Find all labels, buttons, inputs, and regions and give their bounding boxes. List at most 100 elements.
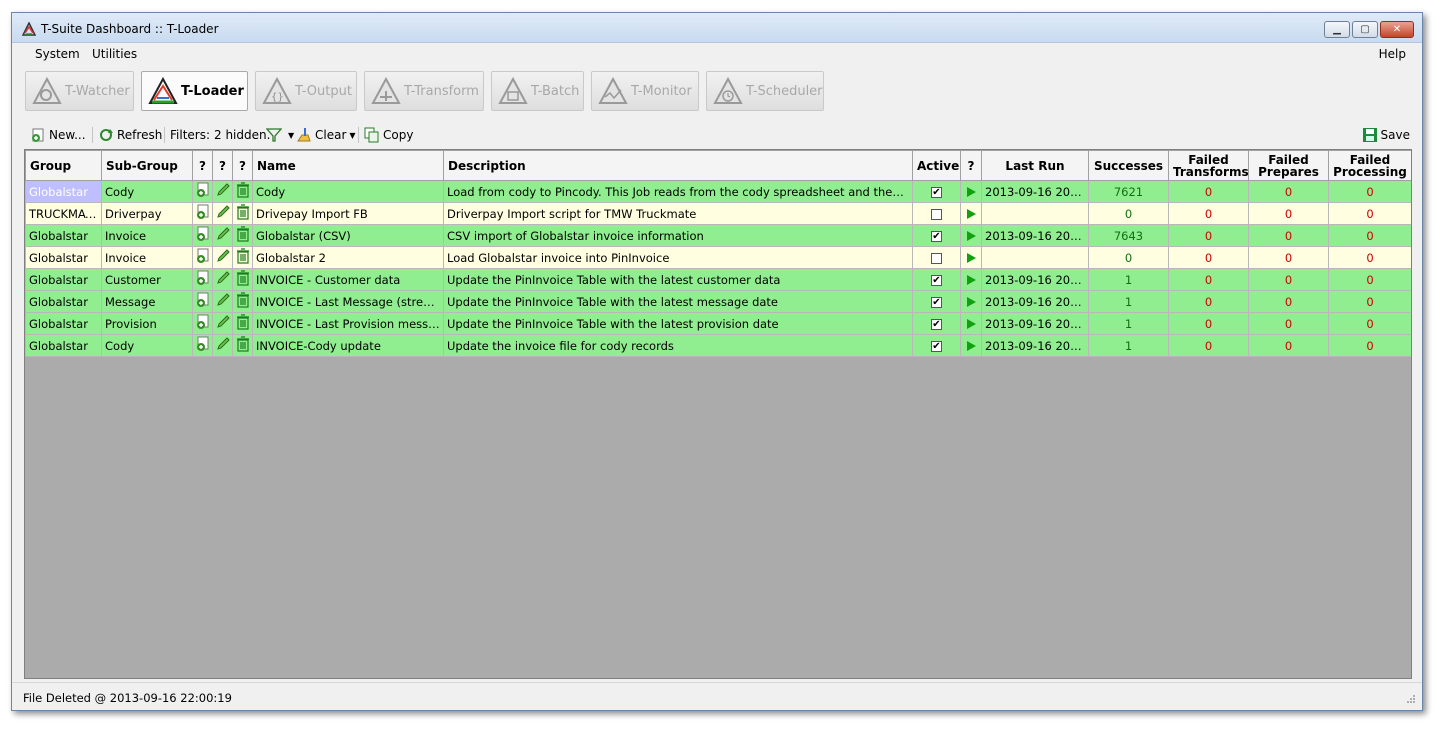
cell-successes[interactable]: 1 — [1088, 268, 1169, 291]
cell-successes[interactable]: 0 — [1088, 246, 1169, 269]
clear-button[interactable]: Clear ▼ — [296, 126, 356, 144]
active-checkbox[interactable]: ✔ — [931, 230, 942, 242]
cell-subgroup[interactable]: Customer — [101, 268, 193, 291]
cell-failed-processing[interactable]: 0 — [1328, 334, 1411, 357]
table-row[interactable]: Globalstar Cody INVOICE-Cody update Update … — [25, 334, 1411, 357]
cell-failed-prepares[interactable]: 0 — [1248, 334, 1329, 357]
col-header-name[interactable]: Name — [252, 150, 444, 181]
cell-failed-prepares[interactable]: 0 — [1248, 290, 1329, 313]
minimize-button[interactable]: ▁ — [1324, 21, 1350, 38]
cell-last-run[interactable] — [981, 202, 1089, 225]
col-header-edit[interactable]: ? — [212, 150, 233, 181]
cell-play[interactable] — [960, 290, 982, 313]
play-icon[interactable] — [966, 297, 976, 307]
cell-name[interactable]: INVOICE - Customer data — [252, 268, 444, 291]
cell-active[interactable]: ✔ — [912, 290, 961, 313]
cell-active[interactable]: ✔ — [912, 224, 961, 247]
cell-name[interactable]: Globalstar (CSV) — [252, 224, 444, 247]
active-checkbox[interactable] — [931, 208, 942, 220]
cell-failed-processing[interactable]: 0 — [1328, 268, 1411, 291]
delete-icon[interactable] — [232, 202, 253, 225]
col-header-failed-prepares[interactable]: Failed Prepares — [1248, 150, 1329, 181]
cell-active[interactable]: ✔ — [912, 312, 961, 335]
cell-successes[interactable]: 1 — [1088, 290, 1169, 313]
cell-subgroup[interactable]: Driverpay — [101, 202, 193, 225]
table-row[interactable]: Globalstar Message INVOICE - Last Message … — [25, 290, 1411, 313]
cell-failed-processing[interactable]: 0 — [1328, 290, 1411, 313]
cell-group[interactable]: Globalstar — [25, 180, 102, 203]
run-job-icon[interactable] — [192, 224, 213, 247]
refresh-button[interactable]: Refresh — [98, 126, 162, 144]
new-button[interactable]: New... — [30, 126, 86, 144]
col-header-subgroup[interactable]: Sub-Group — [101, 150, 193, 181]
col-header-successes[interactable]: Successes — [1088, 150, 1169, 181]
run-job-icon[interactable] — [192, 202, 213, 225]
cell-failed-processing[interactable]: 0 — [1328, 202, 1411, 225]
cell-failed-prepares[interactable]: 0 — [1248, 246, 1329, 269]
cell-successes[interactable]: 1 — [1088, 334, 1169, 357]
cell-subgroup[interactable]: Message — [101, 290, 193, 313]
table-row[interactable]: TRUCKMATE Driverpay Drivepay Import FB Driv… — [25, 202, 1411, 225]
edit-icon[interactable] — [212, 290, 233, 313]
cell-failed-prepares[interactable]: 0 — [1248, 180, 1329, 203]
cell-name[interactable]: Globalstar 2 — [252, 246, 444, 269]
cell-active[interactable] — [912, 246, 961, 269]
cell-failed-transforms[interactable]: 0 — [1168, 202, 1249, 225]
copy-button[interactable]: Copy — [364, 126, 413, 144]
col-header-description[interactable]: Description — [443, 150, 913, 181]
col-header-active[interactable]: Active — [912, 150, 961, 181]
cell-name[interactable]: Cody — [252, 180, 444, 203]
edit-icon[interactable] — [212, 246, 233, 269]
cell-play[interactable] — [960, 312, 982, 335]
delete-icon[interactable] — [232, 224, 253, 247]
cell-description[interactable]: Update the invoice file for cody records — [443, 334, 913, 357]
module-t-loader[interactable]: T-Loader — [141, 71, 248, 111]
play-icon[interactable] — [966, 275, 976, 285]
cell-group[interactable]: Globalstar — [25, 290, 102, 313]
cell-play[interactable] — [960, 224, 982, 247]
run-job-icon[interactable] — [192, 312, 213, 335]
module-t-monitor[interactable]: T-Monitor — [591, 71, 699, 111]
run-job-icon[interactable] — [192, 246, 213, 269]
cell-last-run[interactable]: 2013-09-16 20:20:57 — [981, 180, 1089, 203]
menu-system[interactable]: System — [35, 47, 80, 61]
module-t-output[interactable]: {} T-Output — [255, 71, 357, 111]
cell-successes[interactable]: 0 — [1088, 202, 1169, 225]
cell-name[interactable]: INVOICE - Last Provision message — [252, 312, 444, 335]
col-header-delete[interactable]: ? — [232, 150, 253, 181]
cell-group[interactable]: Globalstar — [25, 246, 102, 269]
cell-failed-prepares[interactable]: 0 — [1248, 224, 1329, 247]
play-icon[interactable] — [966, 187, 976, 197]
play-icon[interactable] — [966, 253, 976, 263]
save-button[interactable]: Save — [1362, 126, 1410, 144]
close-button[interactable]: ✕ — [1380, 21, 1414, 38]
active-checkbox[interactable]: ✔ — [931, 296, 942, 308]
cell-group[interactable]: Globalstar — [25, 224, 102, 247]
cell-subgroup[interactable]: Provision — [101, 312, 193, 335]
cell-successes[interactable]: 1 — [1088, 312, 1169, 335]
cell-failed-transforms[interactable]: 0 — [1168, 334, 1249, 357]
cell-last-run[interactable]: 2013-09-16 20:23:42 — [981, 268, 1089, 291]
cell-group[interactable]: Globalstar — [25, 334, 102, 357]
module-t-scheduler[interactable]: T-Scheduler — [706, 71, 824, 111]
cell-description[interactable]: CSV import of Globalstar invoice informa… — [443, 224, 913, 247]
cell-active[interactable]: ✔ — [912, 268, 961, 291]
cell-failed-transforms[interactable]: 0 — [1168, 180, 1249, 203]
cell-description[interactable]: Load Globalstar invoice into PinInvoice — [443, 246, 913, 269]
cell-last-run[interactable] — [981, 246, 1089, 269]
cell-failed-processing[interactable]: 0 — [1328, 224, 1411, 247]
edit-icon[interactable] — [212, 180, 233, 203]
cell-play[interactable] — [960, 246, 982, 269]
cell-last-run[interactable]: 2013-09-16 20:48:09 — [981, 312, 1089, 335]
table-row[interactable]: Globalstar Invoice Globalstar (CSV) CSV imp… — [25, 224, 1411, 247]
menu-help[interactable]: Help — [1379, 47, 1406, 61]
edit-icon[interactable] — [212, 312, 233, 335]
cell-group[interactable]: TRUCKMATE — [25, 202, 102, 225]
table-row[interactable]: Globalstar Customer INVOICE - Customer dat… — [25, 268, 1411, 291]
table-row[interactable]: Globalstar Cody Cody Load from cody to Pinc… — [25, 180, 1411, 203]
cell-description[interactable]: Update the PinInvoice Table with the lat… — [443, 268, 913, 291]
cell-failed-processing[interactable]: 0 — [1328, 246, 1411, 269]
cell-description[interactable]: Update the PinInvoice Table with the lat… — [443, 312, 913, 335]
col-header-failed-transforms[interactable]: Failed Transforms — [1168, 150, 1249, 181]
cell-failed-processing[interactable]: 0 — [1328, 312, 1411, 335]
